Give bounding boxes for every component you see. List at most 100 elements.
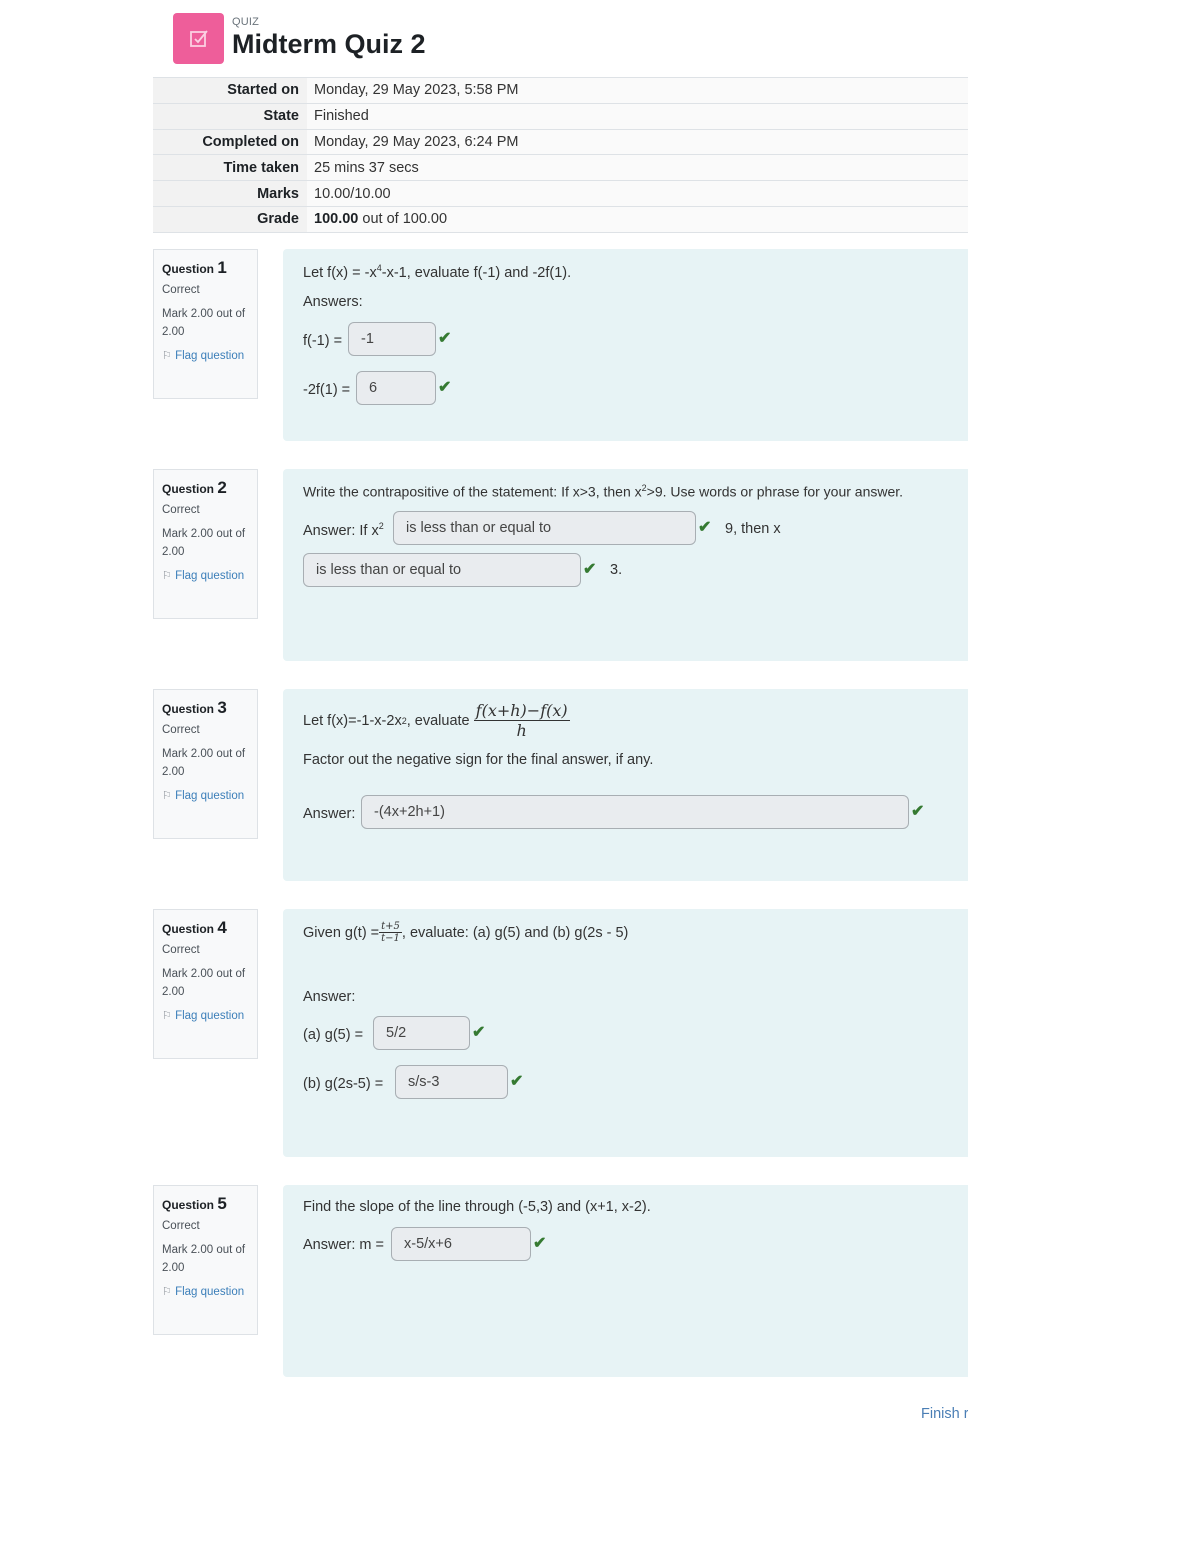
flag-icon: ⚐ xyxy=(162,790,172,802)
attempt-summary-table: Started on Monday, 29 May 2023, 5:58 PM S… xyxy=(153,77,968,233)
question-num: 5 xyxy=(217,1194,227,1213)
summary-row: Completed on Monday, 29 May 2023, 6:24 PM xyxy=(153,129,968,155)
flag-question-link[interactable]: ⚐ Flag question xyxy=(162,567,257,585)
summary-value: 25 mins 37 secs xyxy=(307,154,968,181)
quiz-checkbox-icon xyxy=(173,13,224,64)
question-1-content: Let f(x) = -x4-x-1, evaluate f(-1) and -… xyxy=(283,249,968,441)
question-state: Correct xyxy=(162,284,200,296)
question-mark: Mark 2.00 out of 2.00 xyxy=(162,1244,246,1274)
summary-label: Started on xyxy=(153,77,307,104)
summary-label: Time taken xyxy=(153,154,307,181)
question-label: Question xyxy=(162,922,215,936)
correct-check-icon: ✔ xyxy=(438,330,452,347)
answer-prefix: (b) g(2s-5) = xyxy=(303,1076,384,1092)
flag-question-link[interactable]: ⚐ Flag question xyxy=(162,1007,257,1025)
question-text: Write the contrapositive of the statemen… xyxy=(303,483,904,500)
grade-value: 100.00 xyxy=(314,211,359,228)
answer-prefix: Answer: If x2 xyxy=(303,521,384,539)
question-text: Given g(t) = t+5 t−1 , evaluate: (a) g(5)… xyxy=(303,921,629,944)
question-label: Question xyxy=(162,1198,215,1212)
question-number: Question 4 xyxy=(162,918,257,938)
summary-row: Time taken 25 mins 37 secs xyxy=(153,154,968,181)
flag-icon: ⚐ xyxy=(162,570,172,582)
question-3-info: Question 3 Correct Mark 2.00 out of 2.00… xyxy=(153,689,258,839)
answer-prefix: Answer: xyxy=(303,806,356,822)
question-label: Question xyxy=(162,262,215,276)
question-mark: Mark 2.00 out of 2.00 xyxy=(162,748,246,778)
summary-row: Grade 100.00 out of 100.00 xyxy=(153,206,968,233)
finish-review-link[interactable]: Finish review xyxy=(921,1406,968,1422)
summary-value: Monday, 29 May 2023, 5:58 PM xyxy=(307,77,968,104)
summary-value: 10.00/10.00 xyxy=(307,180,968,207)
flag-question-link[interactable]: ⚐ Flag question xyxy=(162,347,257,365)
flag-icon: ⚐ xyxy=(162,1010,172,1022)
correct-check-icon: ✔ xyxy=(510,1073,524,1090)
answer-suffix: 3. xyxy=(610,562,623,578)
question-text: Let f(x)=-1-x-2x 2, evaluate f(x+h)−f(x) h xyxy=(303,701,570,740)
answer-prefix: (a) g(5) = xyxy=(303,1027,364,1043)
answer-prefix: -2f(1) = xyxy=(303,382,351,398)
answer-input[interactable]: x-5/x+6 xyxy=(391,1227,531,1261)
question-4-content: Given g(t) = t+5 t−1 , evaluate: (a) g(5)… xyxy=(283,909,968,1157)
answer-input[interactable]: 5/2 xyxy=(373,1016,470,1050)
question-label: Question xyxy=(162,702,215,716)
question-state: Correct xyxy=(162,504,200,516)
question-4-info: Question 4 Correct Mark 2.00 out of 2.00… xyxy=(153,909,258,1059)
summary-label: State xyxy=(153,103,307,130)
flag-label: Flag question xyxy=(175,790,245,802)
question-num: 2 xyxy=(217,478,227,497)
question-mark: Mark 2.00 out of 2.00 xyxy=(162,968,246,998)
question-num: 1 xyxy=(217,258,227,277)
question-mark: Mark 2.00 out of 2.00 xyxy=(162,528,246,558)
question-5-content: Find the slope of the line through (-5,3… xyxy=(283,1185,968,1377)
question-1-info: Question 1 Correct Mark 2.00 out of 2.00… xyxy=(153,249,258,399)
question-5-info: Question 5 Correct Mark 2.00 out of 2.00… xyxy=(153,1185,258,1335)
question-num: 3 xyxy=(217,698,227,717)
question-mark: Mark 2.00 out of 2.00 xyxy=(162,308,246,338)
question-number: Question 3 xyxy=(162,698,257,718)
question-number: Question 5 xyxy=(162,1194,257,1214)
flag-label: Flag question xyxy=(175,570,245,582)
answer-input[interactable]: s/s-3 xyxy=(395,1065,508,1099)
answer-prefix: f(-1) = xyxy=(303,333,343,349)
question-2-content: Write the contrapositive of the statemen… xyxy=(283,469,968,661)
correct-check-icon: ✔ xyxy=(911,803,925,820)
flag-question-link[interactable]: ⚐ Flag question xyxy=(162,1283,257,1301)
flag-icon: ⚐ xyxy=(162,350,172,362)
summary-label: Marks xyxy=(153,180,307,207)
answers-label: Answers: xyxy=(303,294,363,310)
page-title: Midterm Quiz 2 xyxy=(232,29,426,59)
answer-input[interactable]: is less than or equal to xyxy=(303,553,581,587)
flag-label: Flag question xyxy=(175,350,245,362)
question-text: Let f(x) = -x4-x-1, evaluate f(-1) and -… xyxy=(303,263,572,281)
summary-value: 100.00 out of 100.00 xyxy=(307,206,968,233)
answer-input[interactable]: 6 xyxy=(356,371,436,405)
correct-check-icon: ✔ xyxy=(533,1235,547,1252)
answer-input[interactable]: is less than or equal to xyxy=(393,511,696,545)
question-number: Question 2 xyxy=(162,478,257,498)
difference-quotient-fraction: f(x+h)−f(x) h xyxy=(473,701,570,740)
summary-value: Finished xyxy=(307,103,968,130)
answers-label: Answer: xyxy=(303,989,356,1005)
question-num: 4 xyxy=(217,918,227,937)
flag-label: Flag question xyxy=(175,1286,245,1298)
question-state: Correct xyxy=(162,944,200,956)
question-instruction: Factor out the negative sign for the fin… xyxy=(303,752,654,768)
answer-input[interactable]: -(4x+2h+1) xyxy=(361,795,909,829)
correct-check-icon: ✔ xyxy=(583,561,597,578)
summary-row: State Finished xyxy=(153,103,968,130)
grade-total: out of 100.00 xyxy=(358,211,448,228)
flag-label: Flag question xyxy=(175,1010,245,1022)
answer-suffix: 9, then x xyxy=(725,521,781,537)
summary-value: Monday, 29 May 2023, 6:24 PM xyxy=(307,129,968,155)
correct-check-icon: ✔ xyxy=(438,379,452,396)
question-number: Question 1 xyxy=(162,258,257,278)
g-fraction: t+5 t−1 xyxy=(379,921,402,944)
flag-icon: ⚐ xyxy=(162,1286,172,1298)
summary-label: Completed on xyxy=(153,129,307,155)
flag-question-link[interactable]: ⚐ Flag question xyxy=(162,787,257,805)
answer-input[interactable]: -1 xyxy=(348,322,436,356)
summary-row: Started on Monday, 29 May 2023, 5:58 PM xyxy=(153,77,968,104)
answer-prefix: Answer: m = xyxy=(303,1237,384,1253)
question-state: Correct xyxy=(162,724,200,736)
